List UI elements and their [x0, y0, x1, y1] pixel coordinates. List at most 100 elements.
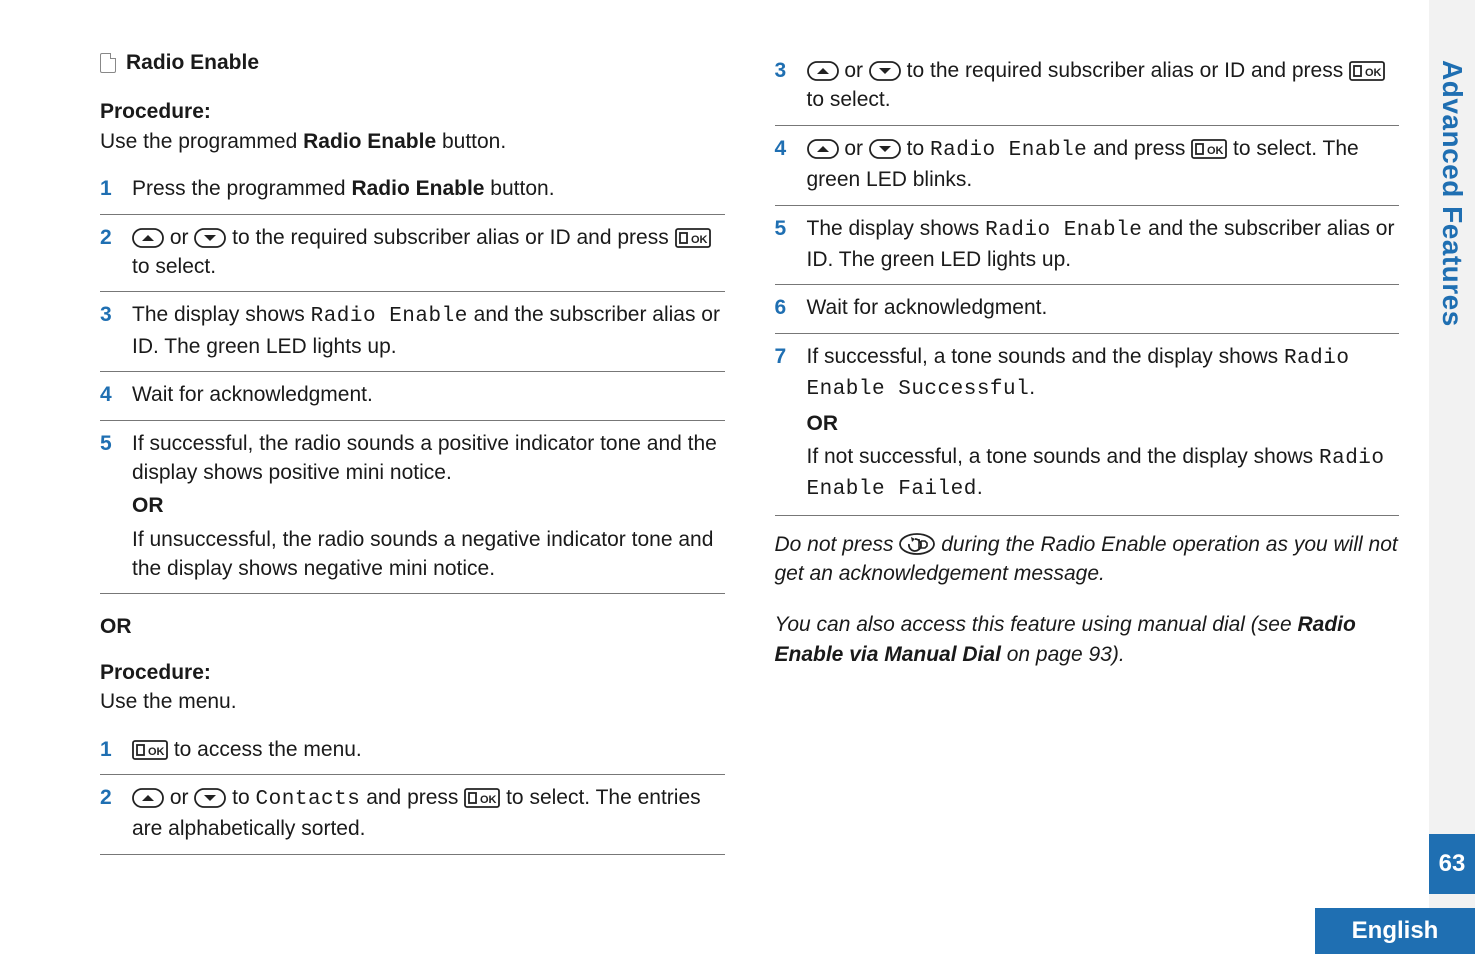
note-text: Do not press [775, 533, 900, 556]
step: 2 or to the required subscriber alias or… [100, 214, 725, 292]
step-text: or [839, 137, 869, 160]
step: 2 or to Contacts and press to select. Th… [100, 774, 725, 855]
down-arrow-key-icon [194, 788, 226, 808]
step-bold: Radio Enable [351, 177, 484, 200]
step-number: 4 [775, 134, 793, 195]
step-body: The display shows Radio Enable and the s… [132, 300, 725, 361]
step-text: to select. [807, 88, 891, 111]
chapter-title: Advanced Features [1436, 60, 1468, 327]
step-body: or to the required subscriber alias or I… [132, 223, 725, 282]
step-text: to [226, 786, 255, 809]
step-text: The display shows [807, 217, 986, 240]
step-text: If unsuccessful, the radio sounds a nega… [132, 525, 725, 584]
step-number: 7 [775, 342, 793, 505]
step-text: If successful, a tone sounds and the dis… [807, 345, 1284, 368]
step-text: or [164, 786, 194, 809]
step: 1 Press the programmed Radio Enable butt… [100, 166, 725, 213]
step: 5 The display shows Radio Enable and the… [775, 205, 1400, 285]
down-arrow-key-icon [869, 61, 901, 81]
step-number: 1 [100, 174, 118, 203]
section-heading: Radio Enable [100, 48, 725, 77]
step-number: 5 [100, 429, 118, 584]
step: 1 to access the menu. [100, 727, 725, 774]
step-body: or to Contacts and press to select. The … [132, 783, 725, 844]
step-text-line: If successful, a tone sounds and the dis… [807, 342, 1400, 405]
up-arrow-key-icon [132, 228, 164, 248]
step-number: 2 [100, 783, 118, 844]
step-text: to the required subscriber alias or ID a… [901, 59, 1349, 82]
step-body: Wait for acknowledgment. [807, 293, 1400, 322]
step-body: Wait for acknowledgment. [132, 380, 725, 409]
step-body: The display shows Radio Enable and the s… [807, 214, 1400, 275]
ok-key-icon [1349, 61, 1385, 81]
step-body: to access the menu. [132, 735, 725, 764]
step-text: to access the menu. [168, 738, 362, 761]
back-home-key-icon [899, 533, 935, 555]
lead-text: Use the programmed [100, 130, 303, 153]
up-arrow-key-icon [132, 788, 164, 808]
step-text: If not successful, a tone sounds and the… [807, 445, 1319, 468]
down-arrow-key-icon [194, 228, 226, 248]
step-mono: Radio Enable [985, 219, 1142, 242]
step-text: . [977, 476, 983, 499]
step-number: 3 [775, 56, 793, 115]
step-text: or [164, 226, 194, 249]
right-column: 3 or to the required subscriber alias or… [775, 48, 1400, 924]
step-text: If successful, the radio sounds a positi… [132, 429, 725, 488]
ok-key-icon [132, 740, 168, 760]
step-body: Press the programmed Radio Enable button… [132, 174, 725, 203]
procedure-lead: Use the menu. [100, 687, 725, 716]
step-number: 3 [100, 300, 118, 361]
step-text: Press the programmed [132, 177, 351, 200]
note-text: on page 93). [1001, 643, 1125, 666]
step-text: or [839, 59, 869, 82]
ok-key-icon [675, 228, 711, 248]
ok-key-icon [464, 788, 500, 808]
lead-text: button. [436, 130, 506, 153]
step-text: to select. [132, 255, 216, 278]
step: 4 or to Radio Enable and press to select… [775, 125, 1400, 205]
language-label: English [1315, 908, 1475, 954]
step-mono: Radio Enable [311, 305, 468, 328]
step: 3 or to the required subscriber alias or… [775, 48, 1400, 125]
step-text: and press [1087, 137, 1191, 160]
procedure-label: Procedure: [100, 97, 725, 126]
step-body: If successful, a tone sounds and the dis… [807, 342, 1400, 505]
step-text: button. [484, 177, 554, 200]
or-separator: OR [100, 612, 725, 641]
side-tab: Advanced Features [1429, 0, 1475, 954]
step-mono: Contacts [256, 788, 361, 811]
step-body: If successful, the radio sounds a positi… [132, 429, 725, 584]
step: 6 Wait for acknowledgment. [775, 284, 1400, 332]
step-number: 6 [775, 293, 793, 322]
lead-bold: Radio Enable [303, 130, 436, 153]
up-arrow-key-icon [807, 61, 839, 81]
or-text: OR [807, 409, 1400, 438]
heading-text: Radio Enable [126, 48, 259, 77]
step-text: The display shows [132, 303, 311, 326]
step-body: or to the required subscriber alias or I… [807, 56, 1400, 115]
ok-key-icon [1191, 139, 1227, 159]
document-icon [100, 53, 116, 73]
step-text-line: If not successful, a tone sounds and the… [807, 442, 1400, 505]
step-text: Wait for acknowledgment. [807, 296, 1048, 319]
note-paragraph: You can also access this feature using m… [775, 610, 1400, 669]
step-text: to [901, 137, 930, 160]
step-text: to the required subscriber alias or ID a… [226, 226, 674, 249]
or-text: OR [132, 491, 725, 520]
step-body: or to Radio Enable and press to select. … [807, 134, 1400, 195]
step-number: 2 [100, 223, 118, 282]
step: 4 Wait for acknowledgment. [100, 371, 725, 419]
step-number: 4 [100, 380, 118, 409]
step-mono: Radio Enable [930, 139, 1087, 162]
step: 7 If successful, a tone sounds and the d… [775, 333, 1400, 516]
step-number: 5 [775, 214, 793, 275]
left-column: Radio Enable Procedure: Use the programm… [100, 48, 725, 924]
procedure-lead: Use the programmed Radio Enable button. [100, 127, 725, 156]
step: 5 If successful, the radio sounds a posi… [100, 420, 725, 595]
up-arrow-key-icon [807, 139, 839, 159]
step: 3 The display shows Radio Enable and the… [100, 291, 725, 371]
note-paragraph: Do not press during the Radio Enable ope… [775, 530, 1400, 589]
page-number: 63 [1429, 834, 1475, 894]
down-arrow-key-icon [869, 139, 901, 159]
